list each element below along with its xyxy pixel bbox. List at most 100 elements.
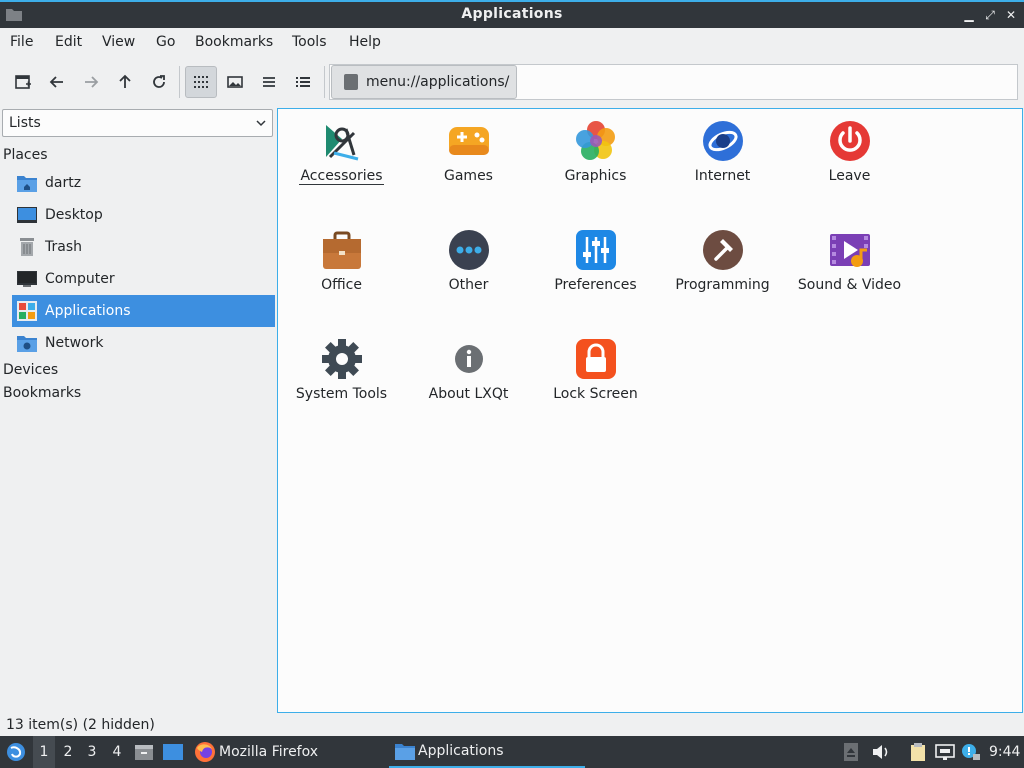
thumbnail-view-button[interactable] — [219, 66, 251, 98]
sidebar-item-network[interactable]: Network — [12, 328, 275, 358]
task-label: Mozilla Firefox — [219, 744, 319, 760]
volume-button[interactable] — [871, 736, 891, 768]
app-preferences[interactable]: Preferences — [532, 222, 659, 322]
notifications-button[interactable] — [960, 736, 982, 768]
briefcase-icon — [322, 231, 361, 269]
back-button[interactable] — [41, 66, 73, 98]
applications-icon — [17, 301, 37, 321]
reload-icon — [153, 75, 165, 88]
image-icon — [227, 76, 243, 88]
desktop-switch-2[interactable]: 2 — [57, 736, 79, 768]
path-text: menu://applications/ — [366, 74, 510, 90]
maximize-icon[interactable]: ⤢ — [981, 6, 999, 24]
app-programming[interactable]: Programming — [659, 222, 786, 322]
firefox-icon — [195, 742, 215, 762]
places-header[interactable]: Places — [3, 147, 48, 163]
menu-bookmarks[interactable]: Bookmarks — [195, 34, 273, 50]
folder-icon — [395, 744, 415, 760]
app-sound-video[interactable]: Sound & Video — [786, 222, 913, 322]
file-view[interactable]: Accessories Games Graphics Internet Leav… — [277, 108, 1023, 713]
media-icon — [829, 234, 870, 267]
chevron-down-icon — [256, 120, 266, 127]
icon-view-button[interactable] — [185, 66, 217, 98]
show-desktop-tray-button[interactable] — [842, 736, 860, 768]
sidebar-item-label: Applications — [45, 303, 131, 319]
accessories-icon — [325, 125, 358, 161]
app-accessories[interactable]: Accessories — [278, 113, 405, 213]
show-desktop-button[interactable] — [162, 736, 184, 768]
toolbar-separator — [324, 66, 325, 98]
app-leave[interactable]: Leave — [786, 113, 913, 213]
network-tray-button[interactable] — [934, 736, 956, 768]
app-games[interactable]: Games — [405, 113, 532, 213]
new-tab-button[interactable] — [7, 66, 39, 98]
menu-tools[interactable]: Tools — [292, 34, 327, 50]
clipboard-icon — [911, 743, 925, 761]
menu-help[interactable]: Help — [349, 34, 381, 50]
trash-icon — [17, 237, 37, 257]
sidebar-item-trash[interactable]: Trash — [12, 232, 275, 262]
desktop-switch-4[interactable]: 4 — [106, 736, 128, 768]
app-label: Internet — [694, 168, 751, 184]
tray-eject-icon — [844, 743, 858, 761]
desktop-switch-3[interactable]: 3 — [81, 736, 103, 768]
status-text: 13 item(s) (2 hidden) — [6, 717, 155, 733]
close-icon[interactable]: ✕ — [1002, 6, 1020, 24]
file-manager-launcher[interactable] — [134, 736, 154, 768]
app-label: Games — [444, 168, 493, 184]
forward-button[interactable] — [75, 66, 107, 98]
arrow-left-icon — [49, 76, 63, 88]
file-cabinet-icon — [135, 745, 153, 760]
app-graphics[interactable]: Graphics — [532, 113, 659, 213]
arrow-up-icon — [119, 74, 131, 88]
app-label: Other — [448, 277, 489, 293]
app-lock-screen[interactable]: Lock Screen — [532, 331, 659, 431]
sidebar-item-applications[interactable]: Applications — [12, 295, 275, 327]
side-pane-mode-select[interactable]: Lists — [2, 109, 273, 137]
menu-edit[interactable]: Edit — [55, 34, 82, 50]
info-icon — [454, 345, 483, 373]
sidebar-item-label: dartz — [45, 175, 82, 191]
app-label: Lock Screen — [553, 386, 638, 402]
path-button[interactable]: menu://applications/ — [331, 65, 517, 99]
computer-icon — [17, 269, 37, 289]
toolbar-separator — [179, 66, 180, 98]
dots-icon — [448, 230, 489, 270]
app-label: Programming — [675, 277, 770, 293]
menu-bar: File Edit View Go Bookmarks Tools Help — [0, 28, 1024, 56]
sidebar-item-label: Desktop — [45, 207, 103, 223]
detailed-view-button[interactable] — [287, 66, 319, 98]
app-label: Office — [321, 277, 362, 293]
clipboard-button[interactable] — [907, 736, 929, 768]
gear-icon — [321, 339, 362, 379]
app-other[interactable]: Other — [405, 222, 532, 322]
bookmarks-header[interactable]: Bookmarks — [3, 385, 81, 401]
desktop-switch-1[interactable]: 1 — [33, 736, 55, 768]
up-button[interactable] — [109, 66, 141, 98]
app-about-lxqt[interactable]: About LXQt — [405, 331, 532, 431]
menu-go[interactable]: Go — [156, 34, 175, 50]
network-folder-icon — [17, 333, 37, 353]
sidebar-item-dartz[interactable]: dartz — [12, 168, 275, 198]
arrow-right-icon — [85, 76, 99, 88]
app-office[interactable]: Office — [278, 222, 405, 322]
location-icon — [344, 74, 358, 90]
reload-button[interactable] — [143, 66, 175, 98]
sidebar-item-label: Network — [45, 335, 104, 351]
sidebar-item-desktop[interactable]: Desktop — [12, 200, 275, 230]
devices-header[interactable]: Devices — [3, 362, 58, 378]
sliders-icon — [575, 230, 616, 270]
compact-view-button[interactable] — [253, 66, 285, 98]
menu-file[interactable]: File — [10, 34, 33, 50]
task-firefox[interactable]: Mozilla Firefox — [194, 736, 322, 768]
start-menu-button[interactable] — [4, 736, 28, 768]
task-applications[interactable]: Applications — [389, 736, 585, 768]
menu-view[interactable]: View — [102, 34, 135, 50]
sidebar-item-computer[interactable]: Computer — [12, 264, 275, 294]
minimize-icon[interactable]: ▁ — [960, 6, 978, 24]
clock[interactable]: 9:44 — [989, 736, 1020, 768]
app-label: About LXQt — [428, 386, 509, 402]
app-internet[interactable]: Internet — [659, 113, 786, 213]
window-title: Applications — [461, 6, 563, 22]
app-system-tools[interactable]: System Tools — [278, 331, 405, 431]
